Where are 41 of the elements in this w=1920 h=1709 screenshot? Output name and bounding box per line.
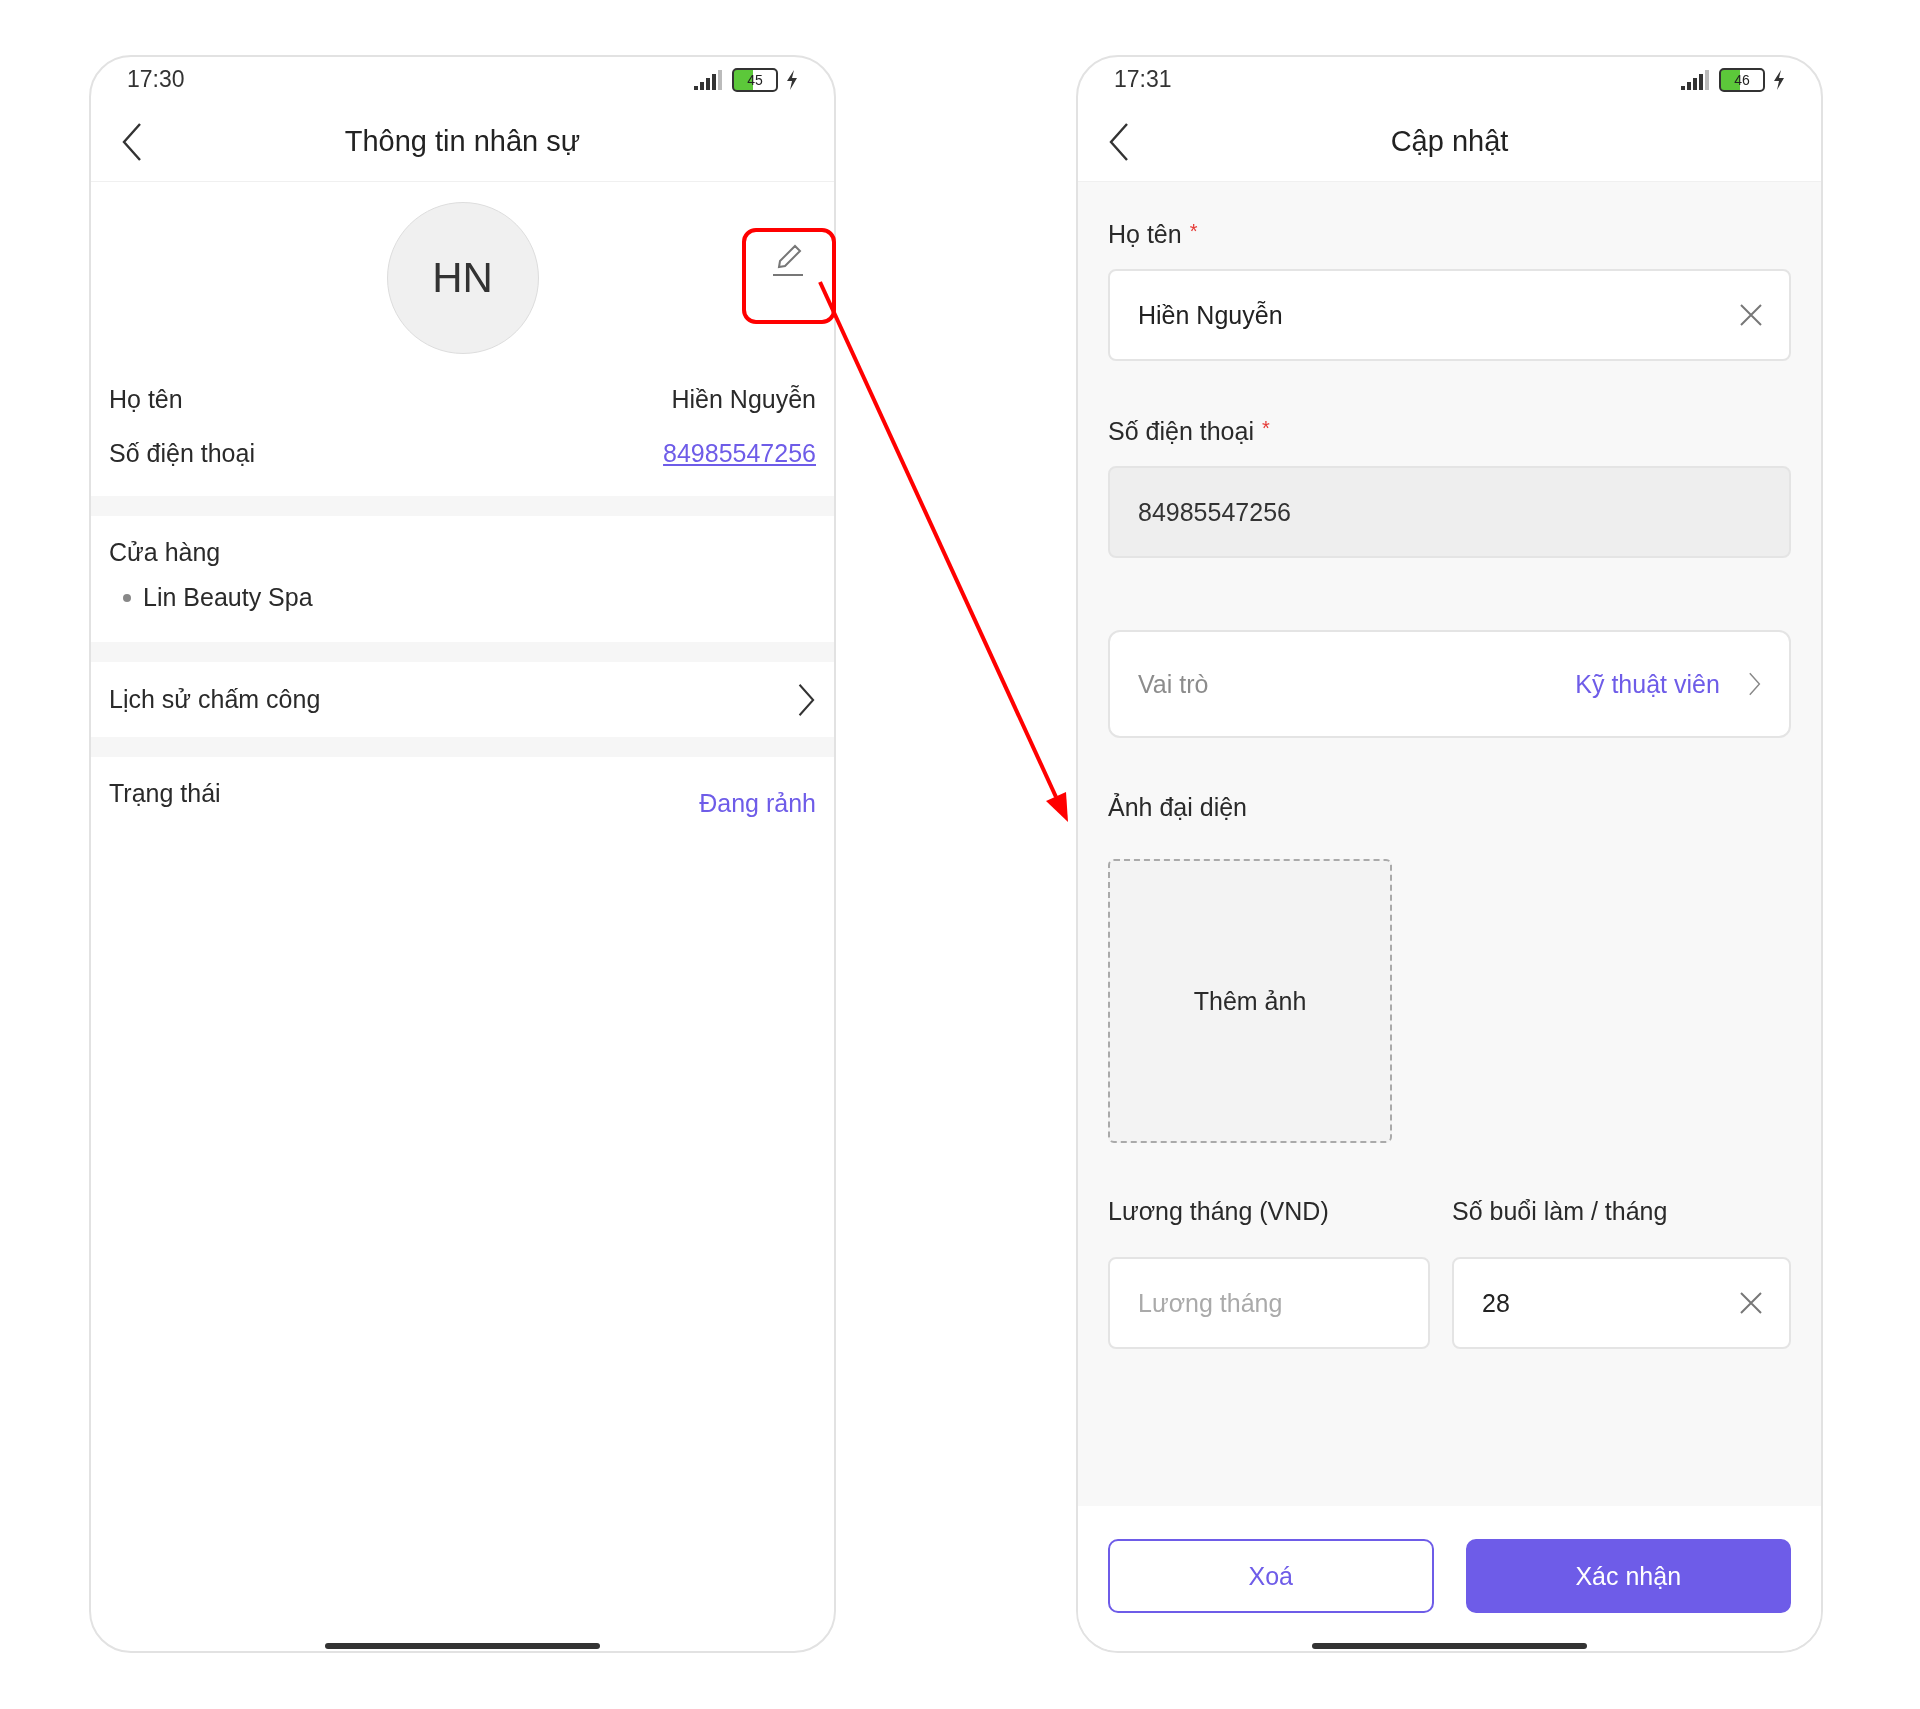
field-label: Lương tháng (VND) <box>1108 1197 1329 1226</box>
status-time: 17:31 <box>1114 66 1172 93</box>
status-label: Trạng thái <box>109 779 221 808</box>
status-value: Đang rảnh <box>699 789 816 818</box>
signal-icon <box>1681 69 1711 90</box>
role-value: Kỹ thuật viên <box>1575 669 1720 699</box>
charging-icon <box>1773 69 1785 90</box>
bullet-dot <box>123 593 131 602</box>
back-icon <box>121 122 143 162</box>
info-label: Số điện thoại <box>109 438 255 468</box>
salary-field[interactable]: Lương tháng <box>1108 1257 1430 1349</box>
required-mark: * <box>1261 417 1270 441</box>
field-label: Họ tên <box>1108 220 1182 249</box>
chevron-right-icon <box>1747 672 1761 696</box>
field-label: Ảnh đại diện <box>1108 793 1247 822</box>
info-value: Hiền Nguyễn <box>671 384 816 414</box>
chevron-right-icon <box>797 682 816 717</box>
screen-title: Cập nhật <box>1390 125 1509 158</box>
store-name: Lin Beauty Spa <box>143 583 313 612</box>
add-photo-button[interactable]: Thêm ảnh <box>1108 859 1392 1143</box>
section-label: Cửa hàng <box>109 538 222 567</box>
field-label: Số buổi làm / tháng <box>1452 1197 1668 1226</box>
screen-title: Thông tin nhân sự <box>344 125 581 158</box>
confirm-button[interactable]: Xác nhận <box>1465 1539 1791 1613</box>
field-label: Số điện thoại <box>1108 417 1254 446</box>
pencil-icon <box>771 243 805 277</box>
back-icon <box>1108 122 1130 162</box>
info-label: Họ tên <box>109 384 183 414</box>
signal-icon <box>694 69 724 90</box>
delete-button[interactable]: Xoá <box>1108 1539 1434 1613</box>
role-label: Vai trò <box>1138 669 1209 699</box>
name-field[interactable]: Hiền Nguyễn <box>1108 269 1791 361</box>
close-icon <box>1739 1291 1763 1315</box>
charging-icon <box>786 69 798 90</box>
required-mark: * <box>1189 220 1198 244</box>
avatar-initials: HN <box>386 202 539 354</box>
status-time: 17:30 <box>127 66 185 93</box>
sessions-field[interactable]: 28 <box>1452 1257 1791 1349</box>
phone-link[interactable]: 84985547256 <box>663 438 816 468</box>
role-selector[interactable]: Vai trò Kỹ thuật viên <box>1108 630 1791 738</box>
close-icon <box>1739 303 1763 327</box>
